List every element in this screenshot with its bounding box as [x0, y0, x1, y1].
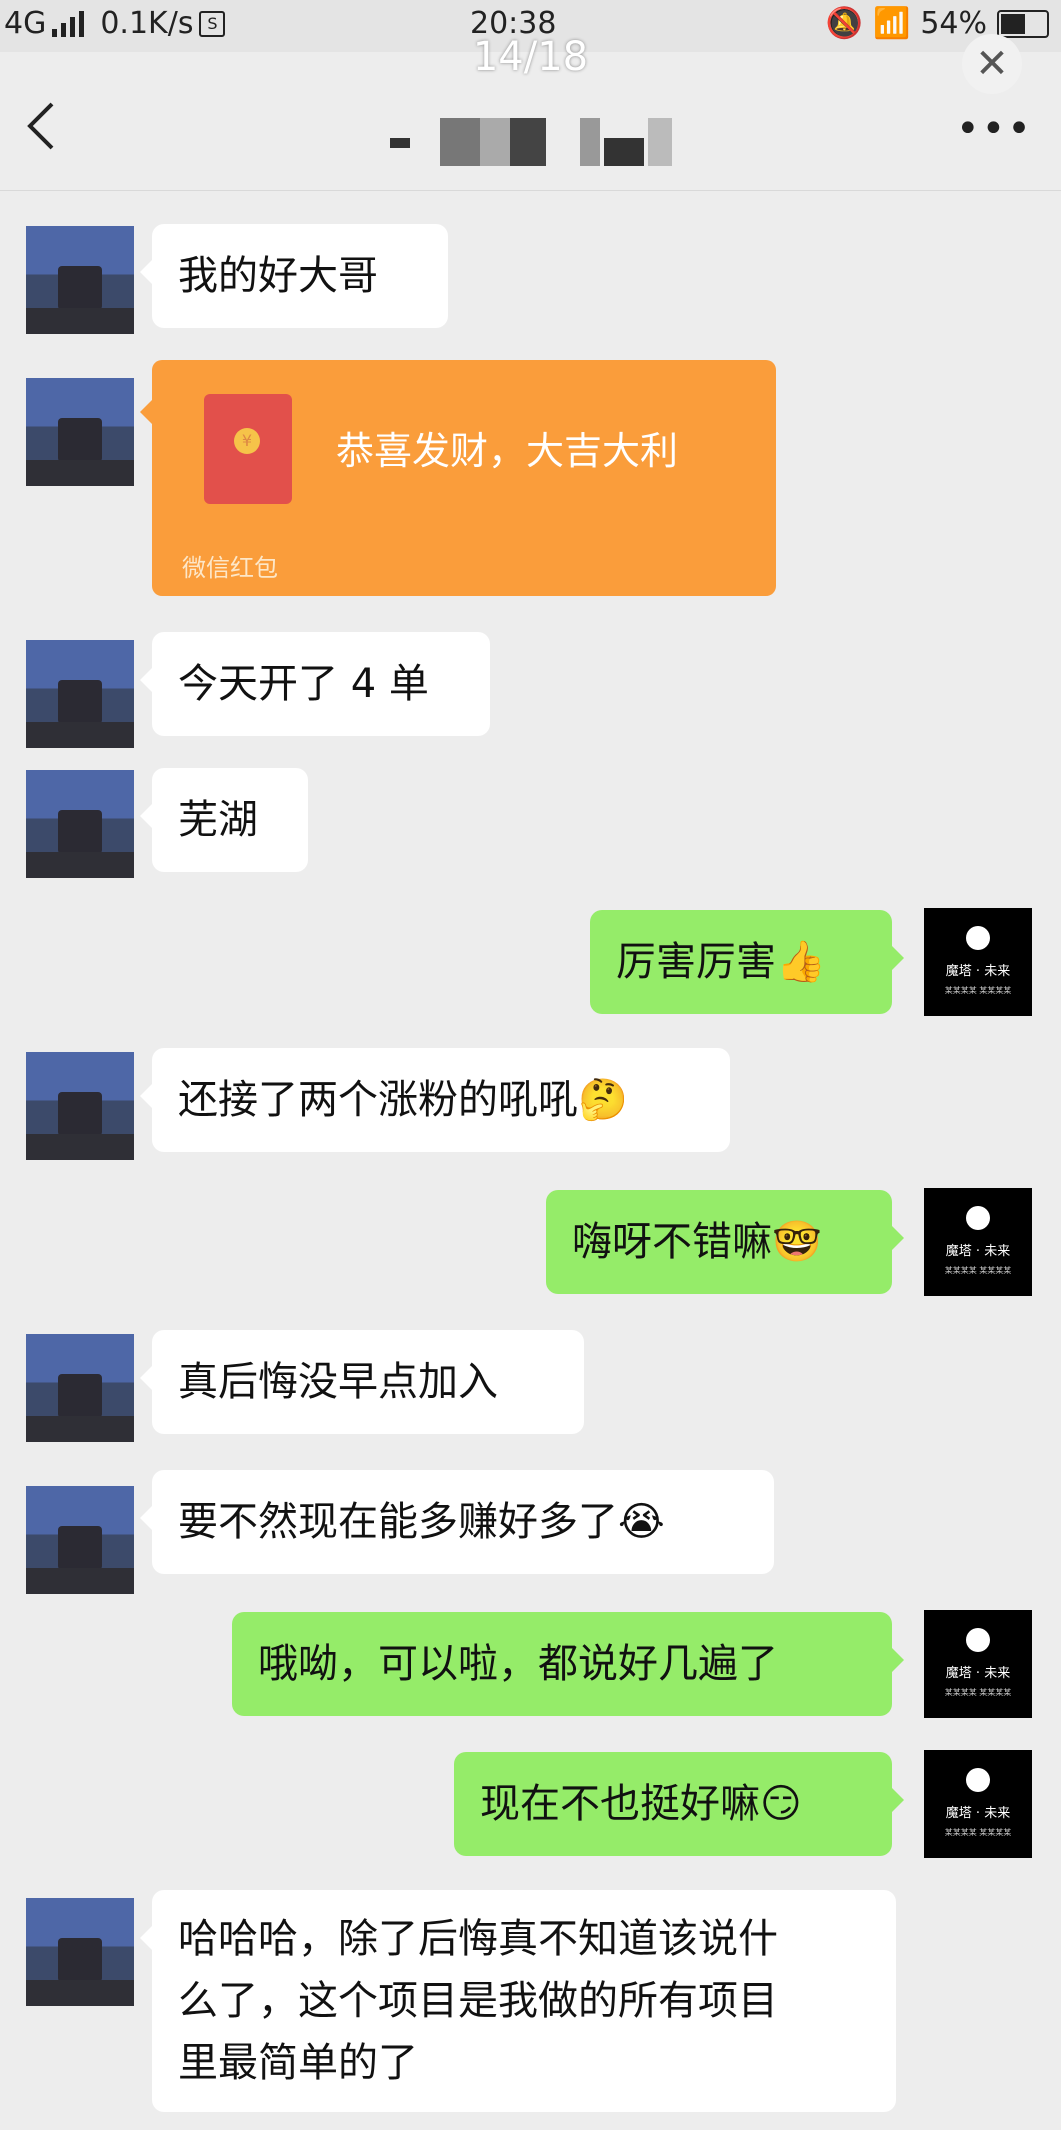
message-text: 要不然现在能多赚好多了 — [178, 1499, 618, 1545]
message-bubble[interactable]: 真后悔没早点加入 — [140, 1330, 584, 1434]
avatar-me[interactable]: 魔塔 · 未来 某某某某 某某某某 — [924, 908, 1032, 1016]
message-bubble[interactable]: 哈哈哈，除了后悔真不知道该说什 么了，这个项目是我做的所有项目 里最简单的了 — [140, 1890, 896, 2112]
message-text: 嗨呀不错嘛 — [572, 1219, 772, 1265]
more-icon[interactable]: ••• — [956, 106, 1033, 152]
message-text: 哦呦，可以啦，都说好几遍了 — [258, 1641, 778, 1687]
image-counter: 14/18 — [472, 34, 589, 80]
chevron-left-icon[interactable] — [18, 96, 68, 156]
message-bubble-me[interactable]: 现在不也挺好嘛 😏 — [454, 1752, 904, 1856]
close-icon[interactable]: ✕ — [962, 34, 1022, 94]
avatar[interactable] — [26, 1052, 134, 1160]
red-packet-text: 恭喜发财，大吉大利 — [336, 429, 679, 473]
avatar-me-sub: 某某某某 某某某某 — [944, 1828, 1012, 1837]
message-text: 还接了两个涨粉的吼吼 — [178, 1077, 578, 1123]
brand-logo-icon — [966, 1206, 990, 1230]
thumbs-up-icon: 👍 — [776, 939, 826, 985]
message-bubble[interactable]: 要不然现在能多赚好多了 😭 — [140, 1470, 774, 1574]
crying-face-icon: 😭 — [618, 1499, 665, 1545]
message-text: 今天开了 4 单 — [178, 661, 429, 707]
header-divider — [0, 190, 1061, 191]
avatar-me[interactable]: 魔塔 · 未来 某某某某 某某某某 — [924, 1610, 1032, 1718]
message-text-line: 哈哈哈，除了后悔真不知道该说什 — [178, 1916, 778, 1962]
avatar-me-sub: 某某某某 某某某某 — [944, 1266, 1012, 1275]
signal-icon — [52, 10, 85, 37]
avatar-me-sub: 某某某某 某某某某 — [944, 986, 1012, 995]
message-text-line: 么了，这个项目是我做的所有项目 — [178, 1978, 778, 2024]
message-bubble[interactable]: 芜湖 — [140, 768, 308, 872]
message-bubble[interactable]: 今天开了 4 单 — [140, 632, 490, 736]
message-text: 厉害厉害 — [616, 939, 776, 985]
message-text: 真后悔没早点加入 — [178, 1359, 498, 1405]
avatar[interactable] — [26, 640, 134, 748]
smirk-face-icon: 😏 — [760, 1781, 802, 1827]
chat-title-censored — [390, 118, 710, 166]
avatar[interactable] — [26, 1898, 134, 2006]
avatar-me-name: 魔塔 · 未来 — [945, 1806, 1011, 1821]
avatar[interactable] — [26, 226, 134, 334]
avatar-me-name: 魔塔 · 未来 — [945, 1666, 1011, 1681]
brand-logo-icon — [966, 926, 990, 950]
brand-logo-icon — [966, 1768, 990, 1792]
red-packet-icon — [204, 394, 292, 504]
avatar-me-sub: 某某某某 某某某某 — [944, 1688, 1012, 1697]
sim-icon: S — [199, 10, 226, 37]
avatar[interactable] — [26, 1486, 134, 1594]
avatar-me-name: 魔塔 · 未来 — [945, 964, 1011, 979]
avatar-me-name: 魔塔 · 未来 — [945, 1244, 1011, 1259]
avatar[interactable] — [26, 770, 134, 878]
message-text: 我的好大哥 — [178, 253, 378, 299]
avatar-me[interactable]: 魔塔 · 未来 某某某某 某某某某 — [924, 1750, 1032, 1858]
thinking-face-icon: 🤔 — [578, 1077, 628, 1123]
avatar-me[interactable]: 魔塔 · 未来 某某某某 某某某某 — [924, 1188, 1032, 1296]
message-bubble[interactable]: 我的好大哥 — [140, 224, 448, 328]
message-text: 现在不也挺好嘛 — [480, 1781, 760, 1827]
avatar[interactable] — [26, 378, 134, 486]
avatar[interactable] — [26, 1334, 134, 1442]
message-bubble-me[interactable]: 哦呦，可以啦，都说好几遍了 — [232, 1612, 904, 1716]
message-bubble-me[interactable]: 厉害厉害 👍 — [590, 910, 904, 1014]
brand-logo-icon — [966, 1628, 990, 1652]
message-bubble[interactable]: 还接了两个涨粉的吼吼 🤔 — [140, 1048, 730, 1152]
message-text-line: 里最简单的了 — [178, 2040, 418, 2086]
message-text: 芜湖 — [178, 797, 258, 843]
red-packet[interactable]: 恭喜发财，大吉大利 微信红包 — [140, 360, 776, 596]
message-bubble-me[interactable]: 嗨呀不错嘛 🤓 — [546, 1190, 904, 1294]
red-packet-footer: 微信红包 — [182, 554, 278, 582]
nerd-face-icon: 🤓 — [772, 1219, 822, 1265]
